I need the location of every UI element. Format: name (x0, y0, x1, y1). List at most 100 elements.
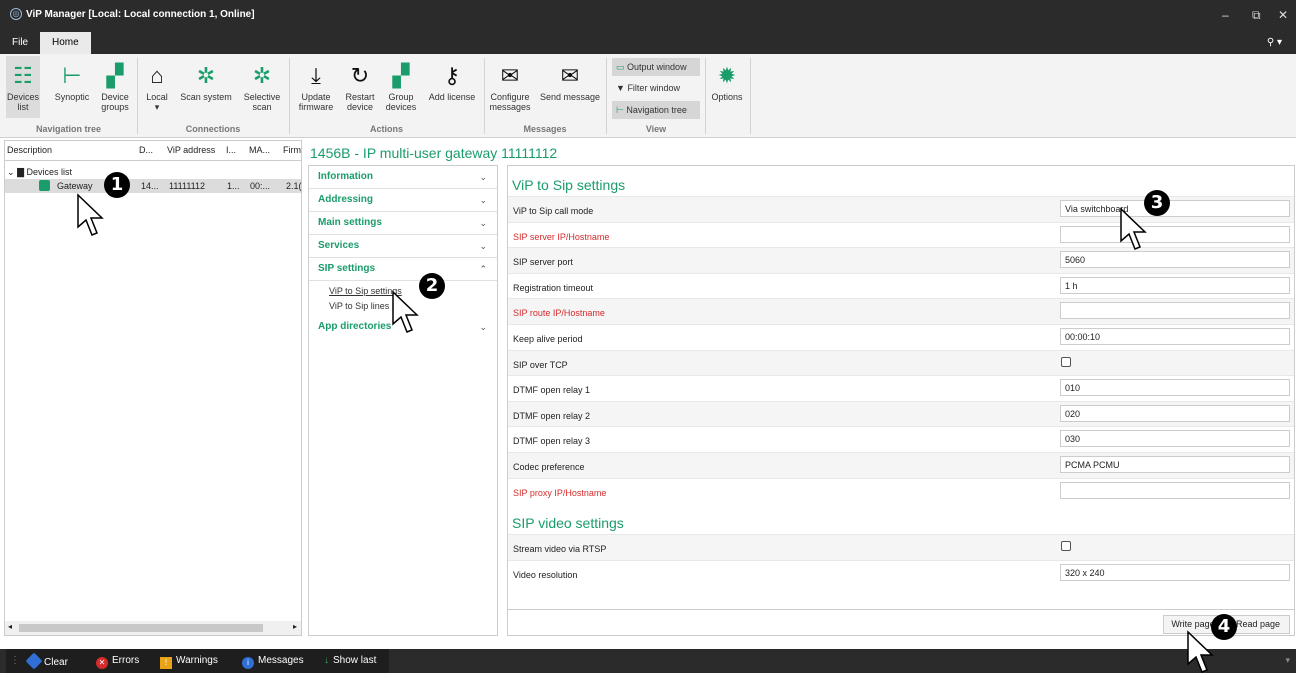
selective-scan-button[interactable]: ✲ Selective scan (240, 60, 284, 112)
devices-list-button[interactable]: ☷ Devices list (6, 56, 40, 118)
sip-server-ip-hostname-field[interactable] (1060, 225, 1290, 243)
clear-label: Clear (44, 657, 68, 668)
setting-label: Registration timeout (513, 282, 594, 293)
group-label-navigation-tree: Navigation tree (35, 124, 102, 134)
filter-window-button[interactable]: ▼ Filter window (612, 79, 700, 97)
options-button[interactable]: ✹ Options (710, 60, 744, 102)
info-icon: i (242, 657, 254, 669)
show-last-button[interactable]: ↓ Show last (324, 655, 376, 666)
output-window-button[interactable]: ▭ Output window (612, 58, 700, 76)
col-d[interactable]: D... (139, 145, 153, 155)
setting-label: SIP over TCP (513, 359, 568, 370)
status-dropdown-icon[interactable]: ▾ (1285, 655, 1290, 666)
keep-alive-period-field[interactable]: 00:00:10 (1060, 328, 1290, 345)
horizontal-scrollbar[interactable]: ◂ ▸ (5, 621, 301, 635)
acc-main-settings[interactable]: Main settings ⌄ (309, 212, 497, 235)
col-firmware[interactable]: Firm (283, 145, 301, 155)
clear-button[interactable]: Clear (25, 652, 68, 670)
status-bar: ⋮ Clear ✕ Errors ! Warnings i Messages ↓ Sho… (0, 649, 1296, 673)
sub-vip-to-sip-lines[interactable]: ViP to Sip lines (329, 301, 389, 311)
local-button[interactable]: ⌂ Local ▾ (142, 60, 172, 112)
chevron-down-icon: ⌄ (479, 172, 487, 182)
page-title: 1456B - IP multi-user gateway 11111112 (310, 145, 558, 161)
synoptic-icon: ⊢ (62, 63, 82, 88)
vip-to-sip-call-mode-field[interactable]: Via switchboard (1060, 200, 1290, 217)
device-mac: 00:... (250, 181, 271, 191)
setting-row-registration-timeout: Registration timeout 1 h (508, 272, 1294, 299)
restart-device-button[interactable]: ↻ Restart device (342, 60, 378, 112)
acc-sip-settings[interactable]: SIP settings ⌃ (309, 258, 497, 281)
device-groups-button[interactable]: ▞ Device groups (98, 60, 132, 112)
sip-proxy-ip-hostname-field[interactable] (1060, 481, 1290, 499)
video-resolution-field[interactable]: 320 x 240 (1060, 563, 1290, 581)
ribbon-separator (705, 58, 706, 134)
stream-video-via-rtsp-checkbox[interactable] (1061, 541, 1071, 551)
send-message-button[interactable]: ✉ Send message (538, 60, 602, 102)
device-groups-icon: ▞ (106, 63, 124, 88)
tree-root[interactable]: ⌄ ▇ Devices list (7, 165, 72, 179)
group-devices-button[interactable]: ▞ Group devices (383, 60, 419, 112)
acc-information[interactable]: Information ⌄ (309, 166, 497, 189)
configure-messages-button[interactable]: ✉ Configure messages (488, 60, 532, 112)
status-toolbar: ⋮ Clear ✕ Errors ! Warnings i Messages ↓ Sho… (6, 649, 389, 673)
section-title-vip-to-sip: ViP to Sip settings (512, 177, 626, 193)
ribbon-separator (750, 58, 751, 134)
synoptic-button[interactable]: ⊢ Synoptic (52, 60, 92, 102)
sip-route-ip-hostname-field[interactable] (1060, 302, 1290, 320)
home-icon: ⌂ (150, 63, 164, 88)
menu-home[interactable]: Home (40, 32, 91, 54)
network-icon: ✲ (196, 63, 216, 88)
menu-file[interactable]: File (0, 32, 40, 54)
tree-header: Description D... ViP address I... MA... … (5, 141, 301, 161)
messages-button[interactable]: i Messages (242, 655, 304, 669)
title-bar: ◎ ViP Manager [Local: Local connection 1… (0, 0, 1296, 32)
update-firmware-button[interactable]: ⤓ Update firmware (296, 60, 336, 112)
warnings-button[interactable]: ! Warnings (160, 655, 218, 669)
expand-icon[interactable]: ⌄ (7, 167, 15, 177)
settings-accordion: Information ⌄ Addressing ⌄ Main settings ⌄ … (308, 165, 498, 636)
scan-system-button[interactable]: ✲ Scan system (178, 60, 234, 102)
setting-label: SIP proxy IP/Hostname (513, 487, 607, 498)
add-license-button[interactable]: ⚷ Add license (425, 60, 479, 102)
sip-server-port-field[interactable]: 5060 (1060, 251, 1290, 269)
scroll-left-icon[interactable]: ◂ (8, 622, 12, 631)
codec-preference-field[interactable]: PCMA PCMU (1060, 456, 1290, 473)
output-window-label: Output window (627, 62, 687, 72)
acc-addressing[interactable]: Addressing ⌄ (309, 189, 497, 212)
col-mac[interactable]: MA... (249, 145, 270, 155)
maximize-button[interactable]: ⧉ (1252, 8, 1261, 23)
local-label: Local ▾ (146, 92, 168, 112)
acc-main-settings-label: Main settings (318, 217, 382, 228)
mouse-cursor-icon (77, 193, 104, 236)
setting-row-sip-proxy-ip-hostname: SIP proxy IP/Hostname (508, 477, 1294, 504)
close-button[interactable]: ✕ (1278, 8, 1288, 22)
col-i[interactable]: I... (226, 145, 236, 155)
grip-icon: ⋮ (10, 655, 20, 666)
setting-label: SIP server IP/Hostname (513, 231, 610, 242)
acc-services[interactable]: Services ⌄ (309, 235, 497, 258)
navigation-tree-button[interactable]: ⊢ Navigation tree (612, 101, 700, 119)
user-menu-button[interactable]: ⚲ ▾ (1267, 37, 1282, 48)
minimize-button[interactable]: – (1222, 8, 1229, 22)
divider (508, 609, 1294, 610)
registration-timeout-field[interactable]: 1 h (1060, 276, 1290, 294)
device-vip-address: 11111112 (169, 181, 206, 191)
dtmf-open-relay-2-field[interactable]: 020 (1060, 404, 1290, 422)
col-vip-address[interactable]: ViP address (167, 145, 215, 155)
acc-addressing-label: Addressing (318, 194, 374, 205)
dtmf-open-relay-1-field[interactable]: 010 (1060, 379, 1290, 397)
col-description[interactable]: Description (7, 145, 52, 155)
messages-label: Messages (258, 655, 304, 666)
group-label-actions: Actions (369, 124, 403, 134)
errors-label: Errors (112, 655, 140, 666)
app-title: ViP Manager [Local: Local connection 1, … (26, 9, 255, 20)
scrollbar-thumb[interactable] (19, 624, 263, 632)
sip-over-tcp-checkbox[interactable] (1061, 356, 1071, 367)
tree-root-label: Devices list (26, 167, 73, 177)
tree-device-row[interactable]: Gateway 14... 11111112 1... 00:... 2.1( (5, 179, 302, 193)
dtmf-open-relay-3-field[interactable]: 030 (1060, 430, 1290, 448)
errors-button[interactable]: ✕ Errors (96, 655, 139, 669)
setting-label: DTMF open relay 2 (513, 410, 591, 421)
tree-icon: ⊢ (616, 105, 624, 115)
scroll-right-icon[interactable]: ▸ (293, 622, 297, 631)
